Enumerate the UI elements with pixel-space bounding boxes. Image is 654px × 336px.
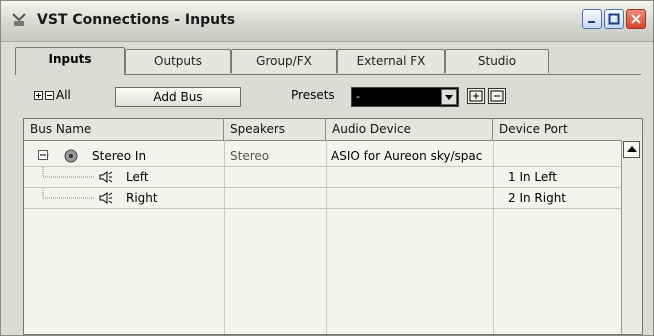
title-bar[interactable]: VST Connections - Inputs	[1, 1, 653, 42]
bus-name-cell: Right	[38, 188, 224, 208]
tab-studio[interactable]: Studio	[445, 49, 549, 73]
presets-dropdown[interactable]: -	[351, 87, 459, 107]
channel-name: Left	[126, 170, 149, 184]
maximize-button[interactable]	[604, 9, 624, 29]
tree-connector-icon	[42, 188, 94, 199]
chevron-down-icon[interactable]	[441, 89, 457, 105]
connections-table: Bus Name Speakers Audio Device Device Po…	[23, 118, 643, 335]
table-header: Bus Name Speakers Audio Device Device Po…	[24, 119, 642, 141]
device-port-cell[interactable]: 2 In Right	[508, 188, 618, 208]
tab-bar: Inputs Outputs Group/FX External FX Stud…	[15, 47, 641, 75]
column-device-port[interactable]: Device Port	[493, 119, 642, 140]
store-preset-icon	[469, 90, 483, 102]
presets-value: -	[356, 90, 360, 103]
bus-name-cell: Stereo In	[38, 146, 224, 166]
collapse-icon[interactable]	[38, 150, 50, 162]
presets-label: Presets	[291, 88, 335, 102]
column-bus-name[interactable]: Bus Name	[24, 119, 224, 140]
column-audio-device[interactable]: Audio Device	[326, 119, 493, 140]
audio-device-cell[interactable]	[331, 188, 491, 208]
tab-outputs[interactable]: Outputs	[125, 49, 231, 73]
tree-connector-icon	[42, 167, 94, 178]
bus-icon	[64, 149, 78, 163]
collapse-all-icon[interactable]	[45, 91, 54, 100]
minimize-button[interactable]	[582, 9, 602, 29]
maximize-icon	[608, 13, 620, 25]
bus-name-cell: Left	[38, 167, 224, 187]
audio-device-cell[interactable]	[331, 167, 491, 187]
tab-group-fx[interactable]: Group/FX	[231, 49, 337, 73]
device-port-cell[interactable]: 1 In Left	[508, 167, 618, 187]
table-row[interactable]: Left 1 In Left	[24, 167, 621, 188]
store-preset-button[interactable]	[467, 88, 485, 104]
audio-device-cell[interactable]: ASIO for Aureon sky/spac	[331, 146, 491, 166]
column-speakers[interactable]: Speakers	[224, 119, 326, 140]
speakers-cell	[230, 188, 326, 208]
remove-preset-icon	[490, 90, 504, 102]
speaker-icon	[99, 171, 113, 183]
all-label: All	[56, 88, 71, 102]
bus-name: Stereo In	[92, 149, 147, 163]
vst-connections-window: VST Connections - Inputs Inputs Outputs …	[0, 0, 654, 336]
table-row[interactable]: Right 2 In Right	[24, 188, 621, 209]
remove-preset-button[interactable]	[488, 88, 506, 104]
speakers-cell	[230, 167, 326, 187]
expand-all-icon[interactable]	[34, 91, 43, 100]
speakers-cell: Stereo	[230, 149, 270, 163]
tab-external-fx[interactable]: External FX	[337, 49, 445, 73]
tab-inputs[interactable]: Inputs	[15, 47, 125, 75]
scroll-up-icon[interactable]	[623, 141, 640, 158]
add-bus-button[interactable]: Add Bus	[115, 87, 241, 107]
close-button[interactable]	[626, 9, 646, 29]
channel-name: Right	[126, 191, 158, 205]
vertical-scrollbar[interactable]	[621, 140, 642, 334]
close-icon	[631, 14, 641, 24]
minimize-icon	[588, 21, 595, 23]
app-icon	[12, 13, 26, 26]
toolbar: All Add Bus Presets -	[1, 81, 653, 111]
speaker-icon	[99, 192, 113, 204]
table-row[interactable]: Stereo In Stereo ASIO for Aureon sky/spa…	[24, 146, 621, 167]
window-title: VST Connections - Inputs	[37, 12, 236, 28]
device-port-cell[interactable]	[508, 146, 618, 166]
